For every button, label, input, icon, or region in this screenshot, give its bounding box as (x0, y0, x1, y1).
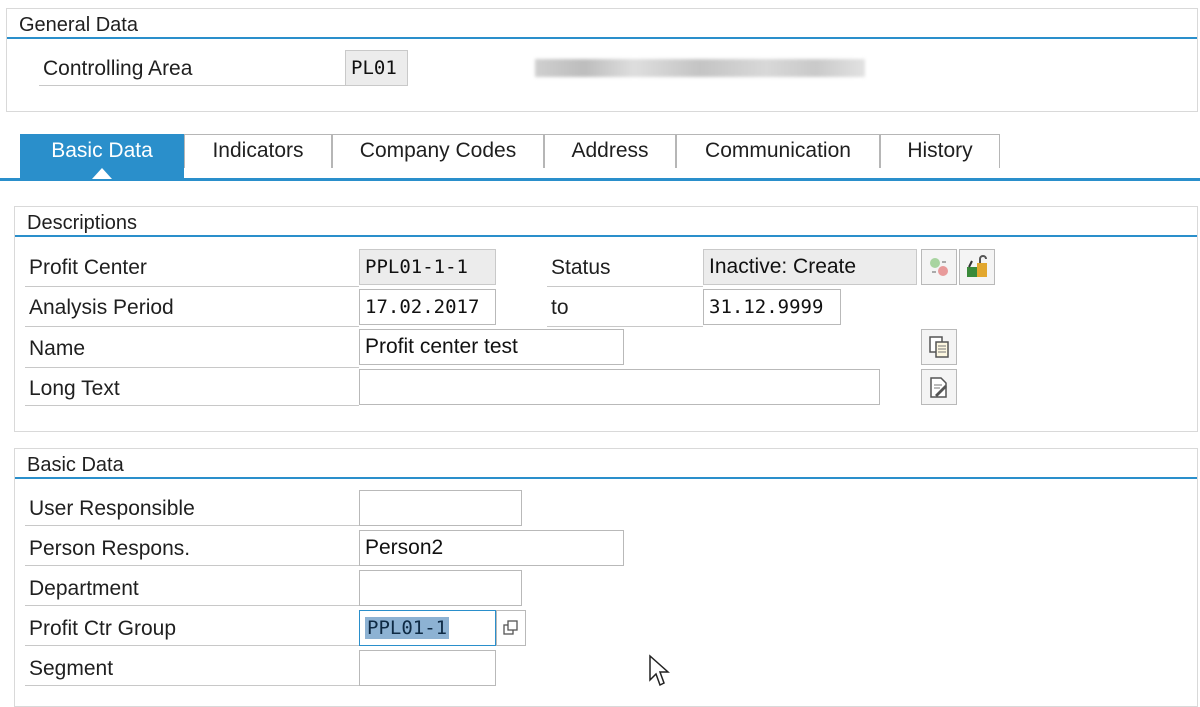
controlling-area-underline (39, 85, 345, 86)
descriptions-title: Descriptions (15, 207, 1197, 237)
selected-text: PPL01-1 (365, 617, 450, 639)
analysis-period-label: Analysis Period (29, 296, 174, 319)
active-tab-indicator (92, 168, 112, 179)
segment-label: Segment (29, 657, 114, 680)
profit-ctr-group-label: Profit Ctr Group (29, 617, 177, 640)
profit-center-field[interactable]: PPL01-1-1 (359, 249, 496, 285)
value-help-icon[interactable] (496, 610, 526, 646)
tab-company-codes[interactable]: Company Codes (332, 134, 544, 168)
row-divider (25, 605, 359, 606)
tab-communication[interactable]: Communication (676, 134, 880, 168)
user-responsible-label: User Responsible (29, 497, 195, 520)
segment-field[interactable] (359, 650, 496, 686)
profit-center-label: Profit Center (29, 256, 147, 279)
lock-change-icon[interactable] (959, 249, 995, 285)
edit-text-icon[interactable] (921, 369, 957, 405)
general-data-group: General Data Controlling Area PL01 (6, 8, 1198, 112)
row-divider (25, 367, 359, 368)
tab-history[interactable]: History (880, 134, 1000, 168)
analysis-period-to-field[interactable]: 31.12.9999 (703, 289, 841, 325)
controlling-area-field[interactable]: PL01 (345, 50, 408, 86)
profit-ctr-group-field[interactable]: PPL01-1 (359, 610, 496, 646)
row-divider (25, 525, 359, 526)
row-divider (25, 565, 359, 566)
long-text-field[interactable] (359, 369, 880, 405)
row-divider (25, 405, 359, 406)
long-text-label: Long Text (29, 377, 120, 400)
status-field: Inactive: Create (703, 249, 917, 285)
tab-address[interactable]: Address (544, 134, 676, 168)
row-divider (547, 286, 703, 287)
name-field[interactable]: Profit center test (359, 329, 624, 365)
to-label: to (551, 296, 569, 319)
basic-data-title: Basic Data (15, 449, 1197, 479)
analysis-period-from-field[interactable]: 17.02.2017 (359, 289, 496, 325)
basic-data-group: Basic Data User Responsible Person Respo… (14, 448, 1198, 707)
department-field[interactable] (359, 570, 522, 606)
row-divider (25, 645, 359, 646)
controlling-area-description-blurred (535, 59, 865, 77)
descriptions-group: Descriptions Profit Center PPL01-1-1 Sta… (14, 206, 1198, 432)
status-label: Status (551, 256, 611, 279)
mouse-cursor-icon (648, 654, 672, 693)
controlling-area-label: Controlling Area (43, 57, 193, 80)
tab-strip-underline (0, 178, 1200, 181)
department-label: Department (29, 577, 139, 600)
activate-status-icon[interactable] (921, 249, 957, 285)
person-respons-label: Person Respons. (29, 537, 191, 560)
person-respons-field[interactable]: Person2 (359, 530, 624, 566)
row-divider (25, 286, 359, 287)
tab-indicators[interactable]: Indicators (184, 134, 332, 168)
row-divider (25, 326, 359, 327)
name-label: Name (29, 337, 86, 360)
row-divider (547, 326, 703, 327)
general-data-title: General Data (7, 9, 1197, 39)
row-divider (25, 685, 359, 686)
user-responsible-field[interactable] (359, 490, 522, 526)
copy-document-icon[interactable] (921, 329, 957, 365)
